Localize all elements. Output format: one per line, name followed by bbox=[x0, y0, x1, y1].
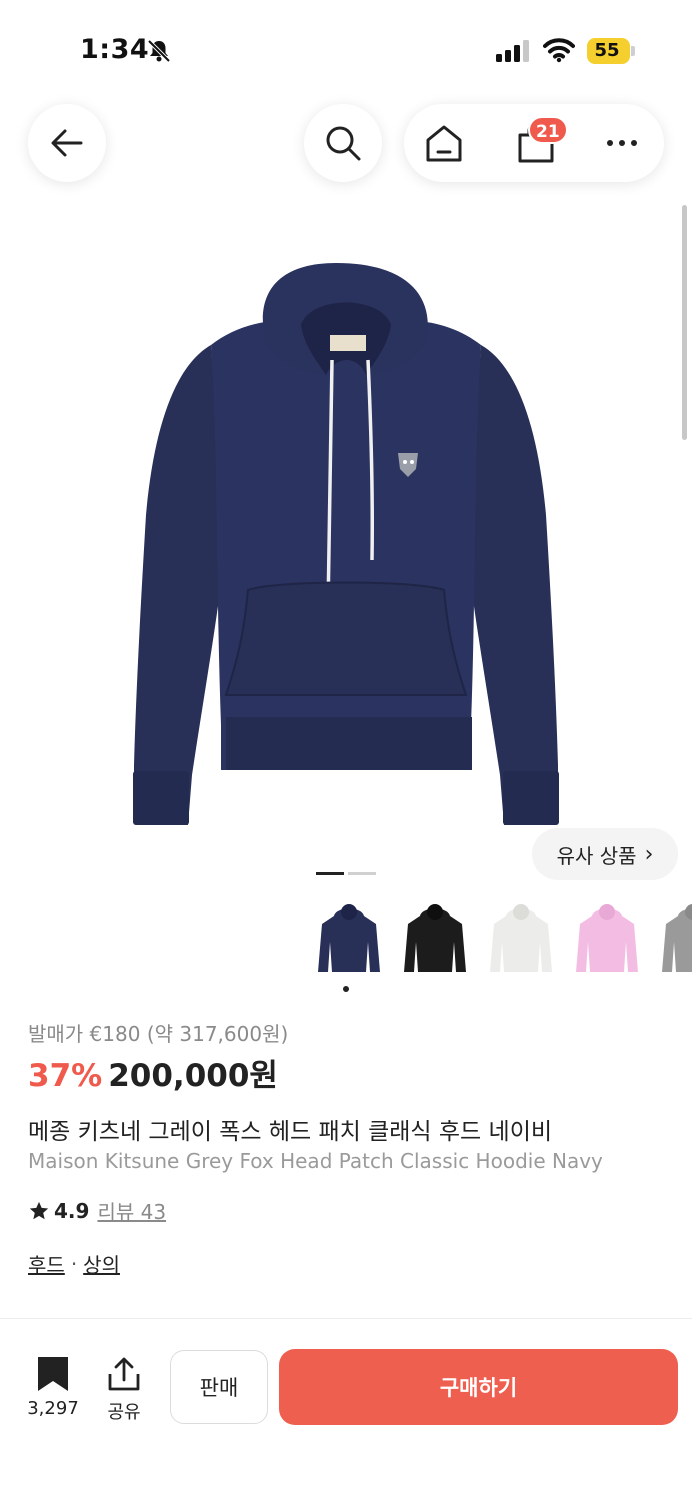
price-row: 37% 200,000원 bbox=[28, 1050, 278, 1094]
battery-level: 55 bbox=[594, 40, 620, 61]
arrow-left-icon bbox=[51, 129, 83, 157]
product-title-korean: 메종 키츠네 그레이 폭스 헤드 패치 클래식 후드 네이비 bbox=[28, 1119, 553, 1145]
star-icon bbox=[29, 1201, 49, 1219]
reviews-link[interactable]: 리뷰 43 bbox=[97, 1196, 166, 1225]
category-hoodie-link[interactable]: 후드 bbox=[28, 1249, 65, 1278]
color-thumbnails bbox=[312, 896, 692, 986]
signal-icon bbox=[496, 40, 529, 62]
bookmark-button[interactable]: 3,297 bbox=[22, 1354, 84, 1424]
selected-thumbnail-dot bbox=[343, 986, 349, 992]
category-top-link[interactable]: 상의 bbox=[83, 1249, 120, 1278]
battery-indicator: 55 bbox=[587, 38, 635, 64]
similar-products-label: 유사 상품 bbox=[556, 843, 637, 868]
more-icon[interactable] bbox=[604, 132, 640, 154]
thumbnail-pink[interactable] bbox=[572, 902, 642, 978]
cart-count-badge: 21 bbox=[528, 116, 568, 144]
similar-products-button[interactable]: 유사 상품 › bbox=[532, 828, 678, 880]
bell-off-icon bbox=[147, 39, 171, 63]
share-button[interactable]: 공유 bbox=[100, 1354, 148, 1424]
status-time: 1:34 bbox=[80, 34, 150, 65]
buy-button[interactable]: 구매하기 bbox=[279, 1349, 678, 1425]
bookmark-count: 3,297 bbox=[27, 1398, 79, 1419]
rating-value: 4.9 bbox=[54, 1198, 90, 1223]
divider bbox=[0, 1318, 692, 1319]
discount-rate: 37% bbox=[28, 1058, 103, 1094]
image-pager bbox=[316, 872, 378, 876]
sale-price: 200,000원 bbox=[108, 1058, 278, 1094]
rating-row: 4.9 리뷰 43 bbox=[28, 1196, 166, 1225]
thumbnail-black[interactable] bbox=[400, 902, 470, 978]
chevron-right-icon: › bbox=[644, 841, 654, 867]
status-bar: 1:34 55 bbox=[0, 0, 692, 100]
thumbnail-navy[interactable] bbox=[314, 902, 384, 978]
pager-active bbox=[316, 872, 344, 875]
category-separator: · bbox=[70, 1251, 78, 1276]
product-title-english: Maison Kitsune Grey Fox Head Patch Class… bbox=[28, 1149, 603, 1173]
thumbnail-white[interactable] bbox=[486, 902, 556, 978]
category-breadcrumb: 후드 · 상의 bbox=[28, 1249, 120, 1278]
share-label: 공유 bbox=[107, 1402, 141, 1423]
search-icon bbox=[326, 126, 361, 161]
home-icon[interactable] bbox=[424, 123, 464, 163]
product-image[interactable] bbox=[126, 255, 566, 835]
bookmark-icon bbox=[38, 1357, 68, 1391]
back-button[interactable] bbox=[28, 104, 106, 182]
scrollbar[interactable] bbox=[682, 205, 687, 440]
wifi-icon bbox=[543, 38, 575, 63]
original-price: 발매가 €180 (약 317,600원) bbox=[28, 1022, 289, 1046]
thumbnail-grey[interactable] bbox=[658, 902, 692, 978]
sell-button[interactable]: 판매 bbox=[170, 1350, 268, 1424]
share-icon bbox=[108, 1357, 140, 1391]
pager-inactive bbox=[348, 872, 376, 875]
search-button[interactable] bbox=[304, 104, 382, 182]
battery-tip bbox=[631, 46, 635, 56]
nav-actions: 21 bbox=[404, 104, 664, 182]
